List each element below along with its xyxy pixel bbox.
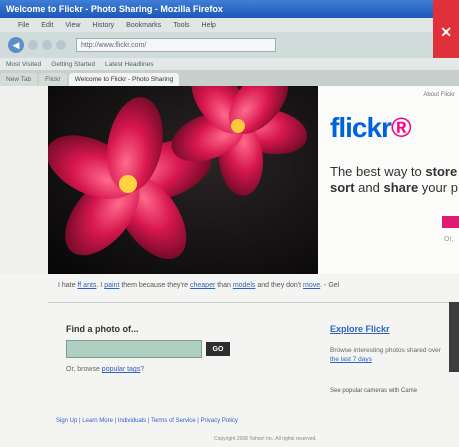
page-content: About Flickr flickr® The best way to sto…: [0, 86, 459, 447]
logo-registered-mark: ®: [390, 112, 412, 143]
window-title: Welcome to Flickr - Photo Sharing - Mozi…: [6, 4, 223, 14]
reload-button[interactable]: [42, 40, 52, 50]
home-icon[interactable]: [56, 40, 66, 50]
tab-new[interactable]: New Tab: [0, 73, 38, 86]
menu-history[interactable]: History: [92, 22, 114, 29]
caption-link-cheaper[interactable]: cheaper: [190, 282, 215, 289]
tagline-and: and: [354, 180, 384, 195]
caption-text-6: . - Gel: [320, 282, 340, 289]
bookmarks-toolbar: Most Visited Getting Started Latest Head…: [0, 58, 459, 70]
find-photo-title: Find a photo of...: [66, 324, 139, 334]
navigation-toolbar: ◀ http://www.flickr.com/: [0, 32, 433, 58]
bookmark-most-visited[interactable]: Most Visited: [6, 61, 41, 68]
flickr-promo-panel: About Flickr flickr® The best way to sto…: [318, 86, 459, 274]
caption-link-paint[interactable]: paint: [104, 282, 119, 289]
bookmark-getting-started[interactable]: Getting Started: [51, 61, 95, 68]
flickr-logo[interactable]: flickr®: [330, 112, 412, 144]
menu-bookmarks[interactable]: Bookmarks: [126, 22, 161, 29]
window-close-button[interactable]: ✕: [433, 0, 459, 58]
forward-button[interactable]: [28, 40, 38, 50]
menu-tools[interactable]: Tools: [173, 22, 189, 29]
section-divider: [48, 302, 459, 303]
logo-text: flickr: [330, 112, 392, 143]
browse-prefix: Or, browse: [66, 366, 102, 373]
explore-description: Browse interesting photos shared over th…: [330, 346, 450, 364]
caption-link-ants[interactable]: ff ants: [77, 282, 96, 289]
caption-text-3: them because they're: [119, 282, 190, 289]
hero-photo[interactable]: [48, 86, 318, 274]
popular-tags-link[interactable]: popular tags: [102, 366, 141, 373]
side-panel-edge: [449, 302, 459, 372]
copyright-text: Copyright 2008 Yahoo! Inc. All rights re…: [214, 436, 317, 442]
tagline-prefix: The best way to: [330, 164, 426, 179]
caption-link-move[interactable]: move: [303, 282, 320, 289]
caption-text-4: than: [215, 282, 233, 289]
window-titlebar: Welcome to Flickr - Photo Sharing - Mozi…: [0, 0, 459, 18]
tab-welcome-flickr[interactable]: Welcome to Flickr - Photo Sharing: [68, 73, 180, 86]
tagline-sort: sort: [330, 180, 355, 195]
or-text: Or,: [444, 236, 454, 243]
bookmark-latest-headlines[interactable]: Latest Headlines: [105, 61, 153, 68]
footer-links[interactable]: Sign Up | Learn More | Individuals | Ter…: [56, 418, 238, 424]
hero-left-margin: [0, 86, 48, 274]
tagline: The best way to store sort and share you…: [330, 164, 459, 196]
caption-link-models[interactable]: models: [233, 282, 256, 289]
address-bar[interactable]: http://www.flickr.com/: [76, 38, 276, 52]
explore-text-prefix: Browse interesting photos shared over: [330, 347, 441, 354]
browse-tags-text: Or, browse popular tags?: [66, 366, 144, 373]
close-icon: ✕: [440, 24, 452, 40]
tagline-store: store: [425, 164, 458, 179]
address-url: http://www.flickr.com/: [81, 41, 147, 49]
plumeria-flower-image: [48, 86, 318, 274]
caption-text-1: I hate: [58, 282, 78, 289]
photo-caption: I hate ff ants. I paint them because the…: [58, 282, 339, 289]
menu-help[interactable]: Help: [202, 22, 216, 29]
search-input[interactable]: [66, 340, 202, 358]
browse-suffix: ?: [140, 366, 145, 373]
menu-edit[interactable]: Edit: [41, 22, 53, 29]
caption-text-5: and they don't: [255, 282, 304, 289]
screen-photo: Welcome to Flickr - Photo Sharing - Mozi…: [0, 0, 459, 447]
menu-bar: File Edit View History Bookmarks Tools H…: [0, 18, 433, 32]
menu-file[interactable]: File: [18, 22, 29, 29]
menu-view[interactable]: View: [65, 22, 80, 29]
last-7-days-link[interactable]: the last 7 days: [330, 356, 372, 363]
tagline-your: your p: [418, 180, 458, 195]
back-button[interactable]: ◀: [8, 37, 24, 53]
back-arrow-icon: ◀: [12, 39, 20, 50]
about-flickr-link[interactable]: About Flickr: [423, 92, 455, 98]
tab-strip: New Tab Flickr Welcome to Flickr - Photo…: [0, 70, 459, 86]
tagline-share: share: [383, 180, 419, 195]
popular-cameras-text[interactable]: See popular cameras with Came: [330, 388, 417, 394]
sign-up-button[interactable]: [442, 216, 459, 228]
tab-flickr[interactable]: Flickr: [39, 73, 67, 86]
explore-flickr-link[interactable]: Explore Flickr: [330, 324, 390, 334]
go-button[interactable]: GO: [206, 342, 230, 356]
